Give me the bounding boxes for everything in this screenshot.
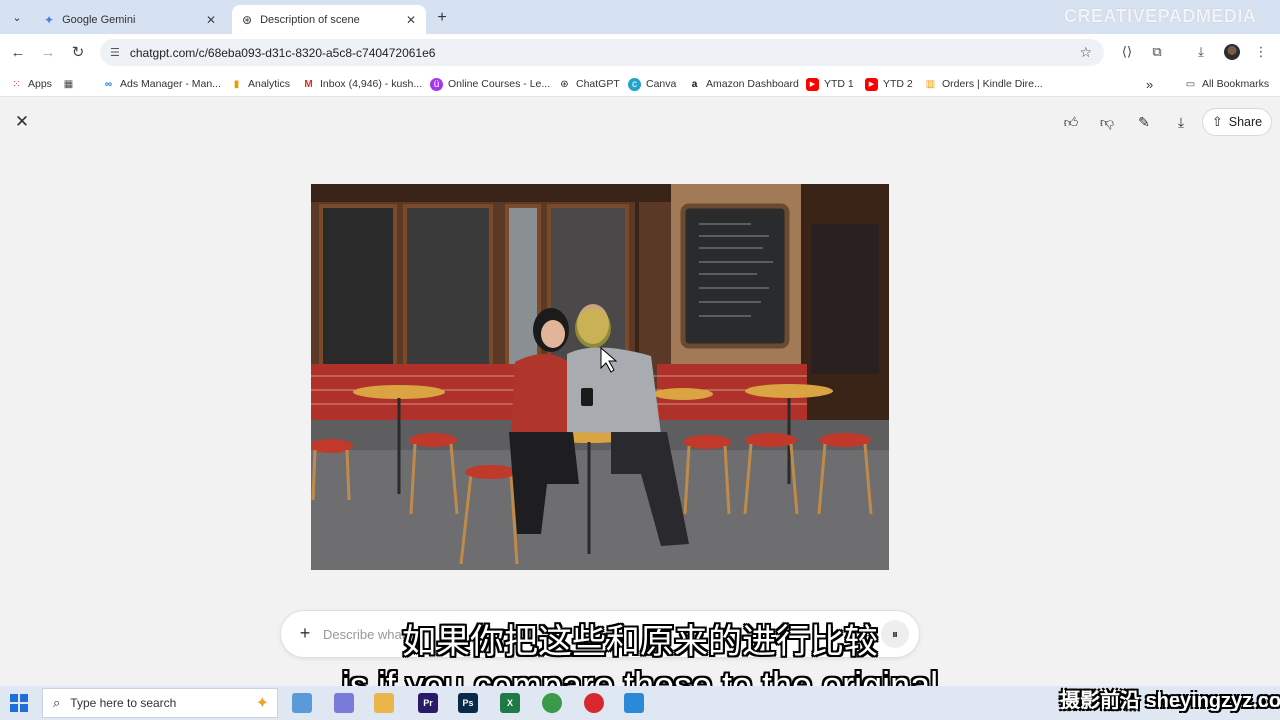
profile-avatar[interactable]: [1224, 44, 1240, 60]
record-icon[interactable]: [584, 693, 604, 713]
bookmark-inbox[interactable]: M Inbox (4,946) - kush...: [302, 76, 422, 92]
bookmark-ytd-2[interactable]: ▶ YTD 2: [865, 76, 913, 92]
share-button[interactable]: ⇧ Share: [1202, 108, 1272, 136]
bookmark-kindle-orders[interactable]: ▥ Orders | Kindle Dire...: [924, 76, 1043, 92]
cafe-scene-illustration: [311, 184, 889, 570]
extensions-puzzle-icon[interactable]: ⧉: [1148, 43, 1166, 61]
url-text: chatgpt.com/c/68eba093-d31c-8320-a5c8-c7…: [129, 45, 436, 60]
new-tab-button[interactable]: +: [432, 8, 452, 28]
task-view-icon[interactable]: [292, 693, 312, 713]
photoshop-icon[interactable]: Ps: [458, 693, 478, 713]
meta-icon: ∞: [104, 78, 113, 90]
windows-start-button[interactable]: [10, 694, 28, 712]
bookmark-amazon-dashboard[interactable]: a Amazon Dashboard: [688, 76, 799, 92]
tab-strip: ⌄ ✦ Google Gemini ✕ ⊛ Description of sce…: [0, 0, 1280, 34]
close-icon[interactable]: ✕: [206, 13, 216, 27]
thumbs-up-icon[interactable]: 👍︎: [1060, 111, 1082, 133]
bookmarks-bar: ⁙ Apps ▦ ∞ Ads Manager - Man... ▮ Analyt…: [0, 70, 1280, 97]
bookmark-label: YTD 2: [883, 78, 913, 90]
all-bookmarks-button[interactable]: ▭ All Bookmarks: [1184, 76, 1269, 92]
bookmark-label: All Bookmarks: [1202, 78, 1270, 90]
close-viewer-button[interactable]: ✕: [12, 112, 32, 132]
thumbs-down-icon[interactable]: 👎︎: [1096, 111, 1118, 133]
gmail-icon: M: [304, 78, 313, 90]
more-menu-icon[interactable]: ⋮: [1252, 43, 1270, 61]
tab-title: Google Gemini: [62, 13, 136, 26]
grid-icon: ▦: [63, 78, 74, 90]
app-icon[interactable]: [334, 693, 354, 713]
tab-description-of-scene[interactable]: ⊛ Description of scene ✕: [232, 5, 426, 34]
bookmark-apps[interactable]: ⁙ Apps: [10, 76, 52, 92]
search-placeholder: Type here to search: [70, 696, 177, 710]
bookmark-label: Online Courses - Le...: [448, 78, 551, 90]
analytics-icon: ▮: [233, 78, 240, 90]
download-image-icon[interactable]: ⤓: [1170, 111, 1192, 133]
udemy-icon: ü: [430, 77, 443, 91]
bookmark-ads-manager[interactable]: ∞ Ads Manager - Man...: [102, 76, 221, 92]
address-bar[interactable]: ☰ chatgpt.com/c/68eba093-d31c-8320-a5c8-…: [100, 39, 1104, 66]
subtitle-chinese: 如果你把这些和原来的进行比较: [402, 622, 878, 662]
tab-title: Description of scene: [260, 13, 360, 26]
bookmark-canva[interactable]: c Canva: [628, 76, 676, 92]
edit-image-icon[interactable]: ✎: [1133, 111, 1155, 133]
close-icon[interactable]: ✕: [406, 13, 416, 27]
bookmark-label: Ads Manager - Man...: [120, 78, 221, 90]
bookmark-label: YTD 1: [824, 78, 854, 90]
excel-icon[interactable]: X: [500, 693, 520, 713]
bookmark-label: Apps: [28, 78, 52, 90]
bookmark-chatgpt[interactable]: ⊛ ChatGPT: [558, 76, 620, 92]
share-upload-icon: ⇧: [1211, 114, 1223, 129]
creativepadmedia-watermark: CREATIVEPADMEDIA: [1064, 6, 1257, 26]
gemini-sparkle-icon: ✦: [44, 12, 55, 27]
bookmark-label: Analytics: [248, 78, 291, 90]
bookmark-label: Canva: [646, 78, 677, 90]
file-explorer-icon[interactable]: [374, 693, 394, 713]
youtube-icon: ▶: [806, 77, 819, 91]
share-label: Share: [1228, 115, 1263, 129]
bookmark-online-courses[interactable]: ü Online Courses - Le...: [430, 76, 550, 92]
folder-icon: ▭: [1185, 78, 1196, 90]
bookmark-grid[interactable]: ▦: [62, 76, 80, 92]
image-viewer: ✕ 👍︎ 👎︎ ✎ ⤓ ⇧ Share + Describe what ⏸︎: [0, 98, 1280, 686]
site-info-icon[interactable]: ☰: [110, 46, 120, 59]
apps-grid-icon: ⁙: [12, 78, 21, 90]
app-icon[interactable]: [624, 693, 644, 713]
bookmark-label: ChatGPT: [576, 78, 620, 90]
download-icon[interactable]: ⤓: [1192, 43, 1210, 61]
tab-search-chevron-icon[interactable]: ⌄: [6, 6, 28, 28]
chatgpt-icon: ⊛: [242, 12, 253, 27]
forward-button[interactable]: →: [38, 42, 58, 62]
reload-button[interactable]: ↻: [68, 42, 88, 62]
bookmark-label: Orders | Kindle Dire...: [942, 78, 1043, 90]
bookmark-ytd-1[interactable]: ▶ YTD 1: [806, 76, 854, 92]
search-icon: ⌕: [53, 695, 61, 710]
taskbar-search-box[interactable]: ⌕ Type here to search ✦: [42, 688, 278, 718]
youtube-icon: ▶: [865, 77, 878, 91]
canva-icon: c: [628, 77, 641, 91]
browser-toolbar: ← → ↻ ☰ chatgpt.com/c/68eba093-d31c-8320…: [0, 34, 1280, 70]
generated-image[interactable]: [311, 184, 889, 570]
premiere-pro-icon[interactable]: Pr: [418, 693, 438, 713]
kindle-icon: ▥: [925, 78, 936, 90]
bookmark-label: Amazon Dashboard: [706, 78, 799, 90]
bookmark-analytics[interactable]: ▮ Analytics: [230, 76, 290, 92]
chatgpt-icon: ⊛: [560, 78, 569, 90]
extension-code-icon[interactable]: ⟨⟩: [1118, 43, 1136, 61]
site-watermark: 摄影前沿 sheyingzyz.com: [1060, 690, 1280, 712]
amazon-icon: a: [691, 78, 698, 90]
bookmark-label: Inbox (4,946) - kush...: [320, 78, 423, 90]
bookmark-star-icon[interactable]: ☆: [1079, 44, 1092, 61]
copilot-sparkle-icon[interactable]: ✦: [256, 693, 269, 713]
tab-google-gemini[interactable]: ✦ Google Gemini ✕: [34, 5, 226, 34]
back-button[interactable]: ←: [8, 42, 28, 62]
chrome-icon[interactable]: [542, 693, 562, 713]
bookmarks-overflow-button[interactable]: »: [1146, 76, 1153, 92]
